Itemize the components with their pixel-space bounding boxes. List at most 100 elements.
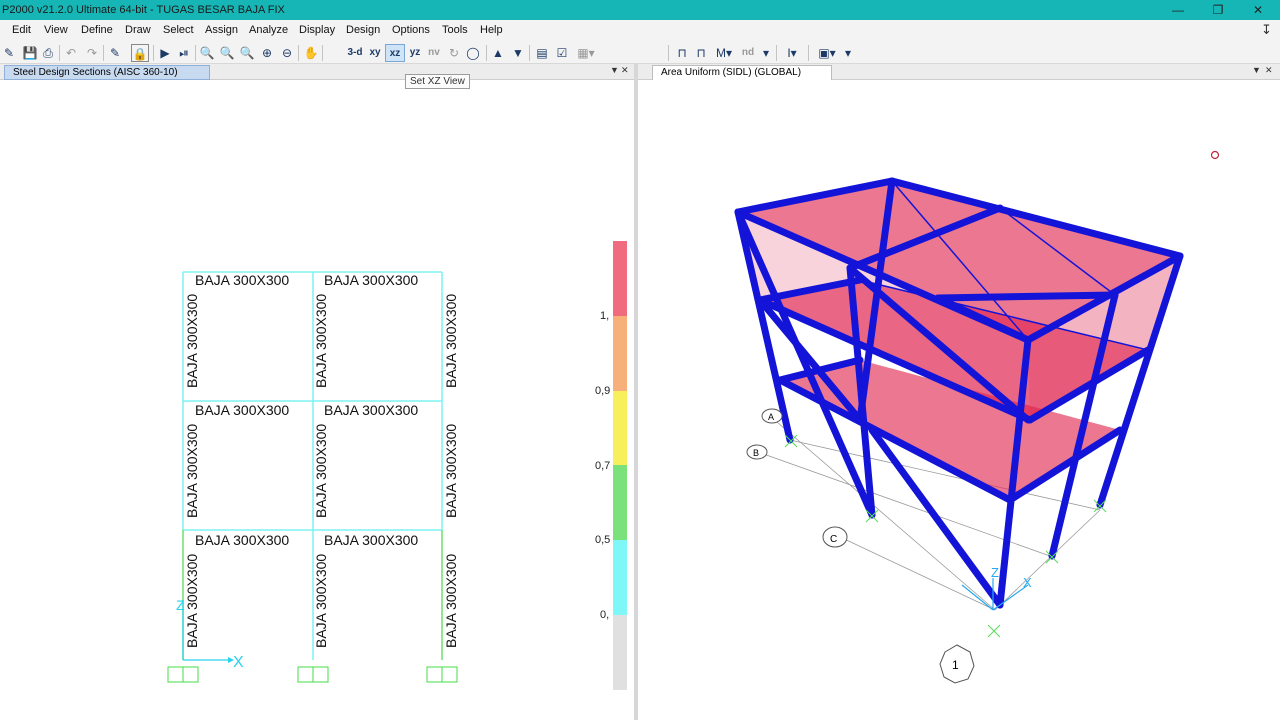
right-panel-header: Area Uniform (SIDL) (GLOBAL) ▼ ✕: [638, 64, 1280, 80]
download-icon[interactable]: ↧: [1261, 22, 1272, 38]
title-bar: P2000 v21.2.0 Ultimate 64-bit - TUGAS BE…: [0, 0, 1280, 20]
beam-label: BAJA 300X300: [324, 402, 418, 418]
view-xz-button[interactable]: xz: [385, 44, 405, 62]
left-panel-tab[interactable]: Steel Design Sections (AISC 360-10): [4, 65, 210, 80]
tooltip-set-xz-view: Set XZ View: [405, 74, 470, 89]
grid-bubble-label: C: [830, 534, 837, 545]
column-label: BAJA 300X300: [313, 424, 329, 518]
print-icon[interactable]: ⎙: [40, 44, 56, 62]
grid-dropdown-icon[interactable]: ▦▾: [575, 44, 597, 62]
left-view-panel[interactable]: Steel Design Sections (AISC 360-10) ▼ ✕: [0, 64, 634, 720]
panel-close-icon[interactable]: ✕: [621, 65, 629, 76]
area-section-icon[interactable]: ▣▾: [814, 44, 840, 62]
pencil-icon[interactable]: ✎: [107, 44, 123, 62]
lock-icon[interactable]: 🔒: [131, 44, 149, 62]
save-icon[interactable]: 💾: [22, 44, 38, 62]
grid-bubble-label: A: [768, 412, 774, 422]
legend-label: 0,7: [595, 460, 610, 472]
panel-dropdown-icon[interactable]: ▼: [1252, 65, 1261, 75]
menu-assign[interactable]: Assign: [205, 24, 238, 36]
beam-label: BAJA 300X300: [195, 402, 289, 418]
column-label: BAJA 300X300: [313, 294, 329, 388]
target-circle-icon: [1210, 150, 1220, 160]
menu-design[interactable]: Design: [346, 24, 380, 36]
pan-icon[interactable]: ✋: [302, 44, 320, 62]
move-up-icon[interactable]: ▲: [490, 44, 506, 62]
window-title: P2000 v21.2.0 Ultimate 64-bit - TUGAS BE…: [2, 4, 285, 16]
redo-icon[interactable]: ↷: [84, 44, 100, 62]
legend-band-grey: [613, 615, 627, 690]
view-xy-button[interactable]: xy: [366, 44, 384, 62]
menu-tools[interactable]: Tools: [442, 24, 468, 36]
zoom-all-icon[interactable]: 🔍: [239, 44, 255, 62]
minimize-icon[interactable]: —: [1158, 0, 1198, 20]
legend-label: 0,9: [595, 385, 610, 397]
close-icon[interactable]: ✕: [1238, 0, 1278, 20]
zoom-out-icon[interactable]: ⊖: [279, 44, 295, 62]
menu-edit[interactable]: Edit: [12, 24, 31, 36]
menu-options[interactable]: Options: [392, 24, 430, 36]
menu-draw[interactable]: Draw: [125, 24, 151, 36]
run-analysis-icon[interactable]: ⏯: [176, 44, 192, 62]
menu-help[interactable]: Help: [480, 24, 503, 36]
more-dropdown-icon[interactable]: ▾: [842, 44, 854, 62]
legend-band-yellow: [613, 391, 627, 466]
beam-label: BAJA 300X300: [324, 272, 418, 288]
column-label: BAJA 300X300: [184, 424, 200, 518]
legend-label: 1,: [600, 310, 609, 322]
axis-x-label: X: [233, 654, 244, 671]
panel-close-icon[interactable]: ✕: [1265, 65, 1273, 76]
zoom-restore-icon[interactable]: 🔍: [219, 44, 235, 62]
left-panel-header: Steel Design Sections (AISC 360-10) ▼ ✕: [0, 64, 634, 80]
view-nv-button[interactable]: nv: [425, 44, 443, 62]
legend-band-green: [613, 465, 627, 540]
draw-multi-frame-icon[interactable]: M▾: [712, 44, 736, 62]
rotate-icon[interactable]: ↻: [446, 44, 462, 62]
column-label: BAJA 300X300: [184, 554, 200, 648]
column-label: BAJA 300X300: [443, 294, 459, 388]
zoom-in-icon[interactable]: ⊕: [259, 44, 275, 62]
beam-label: BAJA 300X300: [195, 532, 289, 548]
grid-bubble-label: B: [753, 448, 759, 458]
menu-analyze[interactable]: Analyze: [249, 24, 288, 36]
move-down-icon[interactable]: ▼: [510, 44, 526, 62]
right-panel-tab[interactable]: Area Uniform (SIDL) (GLOBAL): [652, 65, 832, 80]
menu-define[interactable]: Define: [81, 24, 113, 36]
menu-view[interactable]: View: [44, 24, 68, 36]
menu-bar: Edit View Define Draw Select Assign Anal…: [0, 20, 1280, 42]
nd-button[interactable]: nd: [738, 44, 758, 62]
model-3d-canvas[interactable]: A B C 1 X Z: [638, 80, 1280, 720]
perspective-icon[interactable]: ◯: [464, 44, 482, 62]
legend-band-orange: [613, 316, 627, 391]
stress-ratio-legend: [613, 241, 627, 690]
dropdown-icon[interactable]: ▾: [760, 44, 772, 62]
elevation-canvas[interactable]: BAJA 300X300 BAJA 300X300 BAJA 300X300 B…: [0, 80, 634, 720]
check-icon[interactable]: ☑: [553, 44, 571, 62]
menu-select[interactable]: Select: [163, 24, 194, 36]
legend-label: 0,5: [595, 534, 610, 546]
run-icon[interactable]: ▶: [157, 44, 173, 62]
column-label: BAJA 300X300: [184, 294, 200, 388]
right-view-panel[interactable]: Area Uniform (SIDL) (GLOBAL) ▼ ✕ A B C 1…: [638, 64, 1280, 720]
axis-z-label: Z: [991, 565, 999, 580]
legend-label: 0,: [600, 609, 609, 621]
beam-label: BAJA 300X300: [324, 532, 418, 548]
support-icon: [987, 624, 1001, 638]
draw-frame-icon[interactable]: ⊓: [673, 44, 691, 62]
column-label: BAJA 300X300: [313, 554, 329, 648]
toolbar: ✎ 💾 ⎙ ↶ ↷ ✎ 🔒 ▶ ⏯ 🔍 🔍 🔍 ⊕ ⊖ ✋ 3-d xy xz …: [0, 42, 1280, 64]
panel-dropdown-icon[interactable]: ▼: [610, 65, 619, 75]
display-options-icon[interactable]: ▤: [533, 44, 551, 62]
axis-z-label: Z: [176, 597, 185, 613]
view-yz-button[interactable]: yz: [406, 44, 424, 62]
section-i-icon[interactable]: I▾: [782, 44, 802, 62]
menu-display[interactable]: Display: [299, 24, 335, 36]
restore-icon[interactable]: ❐: [1198, 0, 1238, 20]
draw-portal-icon[interactable]: ⊓: [692, 44, 710, 62]
zoom-window-icon[interactable]: 🔍: [199, 44, 215, 62]
view-3d-button[interactable]: 3-d: [344, 44, 366, 62]
beam-label: BAJA 300X300: [195, 272, 289, 288]
legend-band-red: [613, 241, 627, 316]
undo-icon[interactable]: ↶: [63, 44, 79, 62]
tool-icon[interactable]: ✎: [2, 44, 16, 62]
